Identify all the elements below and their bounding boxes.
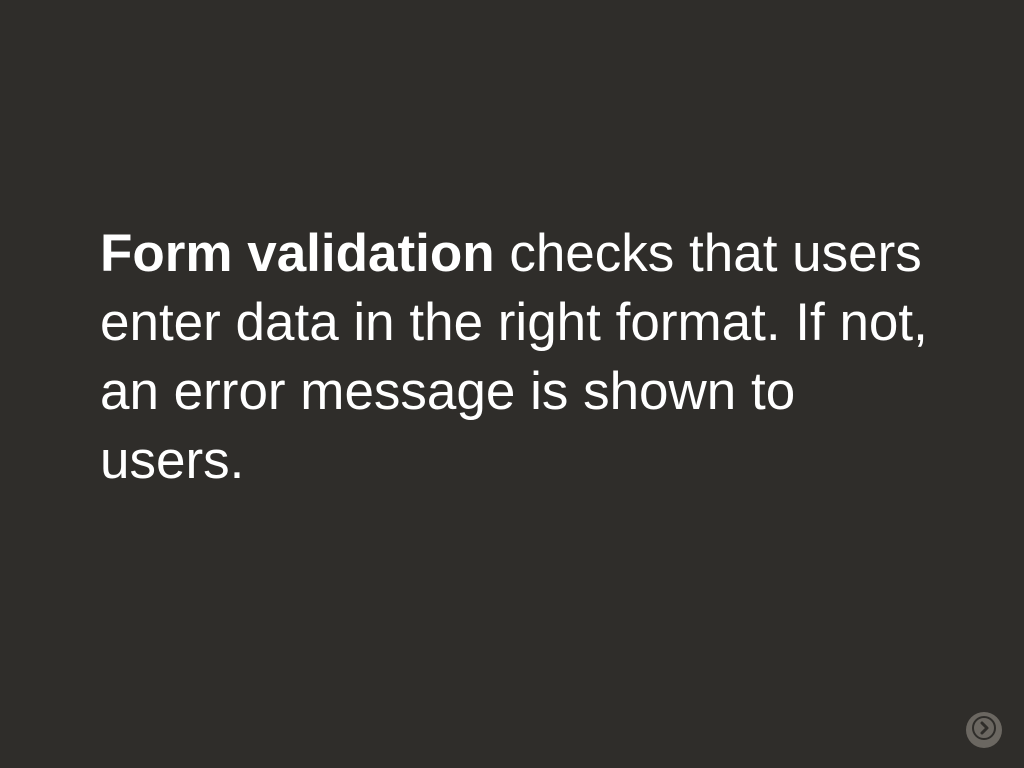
arrow-right-circle-icon (972, 716, 996, 745)
slide-body-text: Form validation checks that users enter … (100, 220, 930, 496)
slide-text-bold: Form validation (100, 224, 495, 283)
next-slide-button[interactable] (966, 712, 1002, 748)
